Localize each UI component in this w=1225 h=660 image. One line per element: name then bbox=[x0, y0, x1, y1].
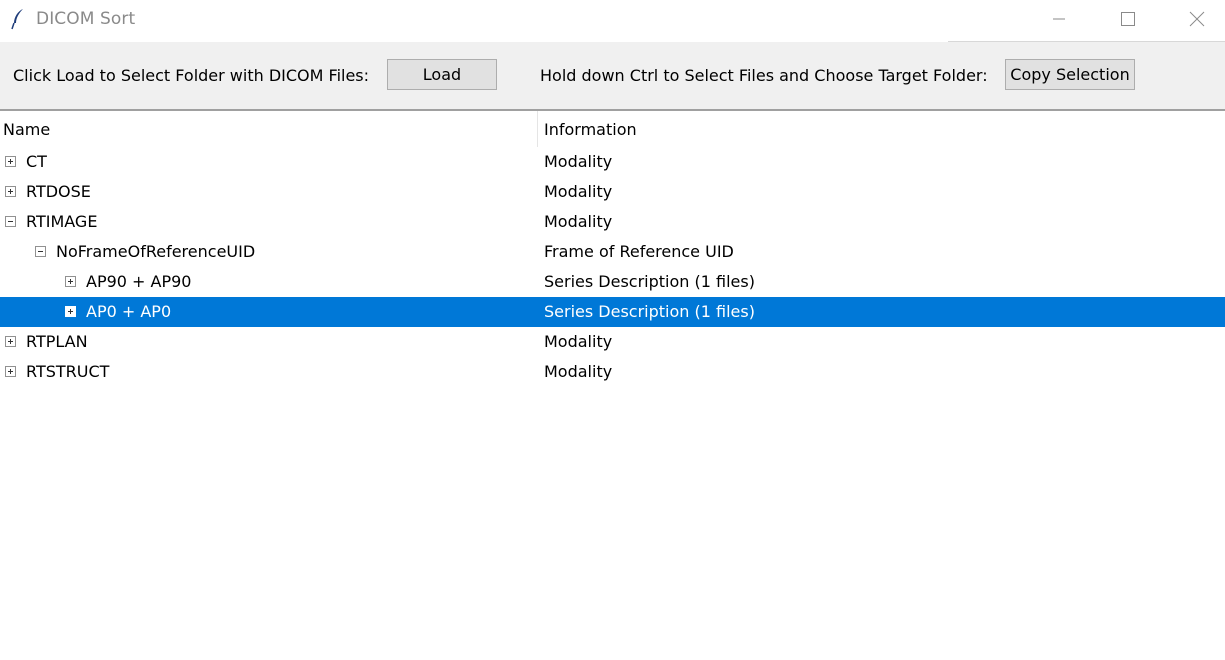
row-name: CT bbox=[26, 152, 47, 171]
expand-toggle-icon[interactable] bbox=[5, 156, 16, 167]
tree-row[interactable]: RTSTRUCT Modality bbox=[0, 357, 1225, 387]
row-information: Modality bbox=[544, 212, 613, 231]
collapse-toggle-icon[interactable] bbox=[5, 216, 16, 227]
feather-icon bbox=[11, 9, 23, 30]
row-information: Modality bbox=[544, 362, 613, 381]
tree-row-selected[interactable]: AP0 + AP0 Series Description (1 files) bbox=[0, 297, 1225, 327]
row-information: Modality bbox=[544, 182, 613, 201]
collapse-toggle-icon[interactable] bbox=[35, 246, 46, 257]
expand-toggle-icon[interactable] bbox=[65, 276, 76, 287]
row-name: AP0 + AP0 bbox=[86, 302, 172, 321]
row-information: Modality bbox=[544, 332, 613, 351]
expand-toggle-icon[interactable] bbox=[5, 366, 16, 377]
row-information: Frame of Reference UID bbox=[544, 242, 734, 261]
column-separator[interactable] bbox=[537, 111, 538, 147]
column-header-name[interactable]: Name bbox=[3, 120, 50, 139]
maximize-button[interactable] bbox=[1105, 0, 1151, 38]
tree-rows: CT Modality RTDOSE Modality RTIMAGE Moda… bbox=[0, 147, 1225, 387]
expand-toggle-icon[interactable] bbox=[65, 306, 76, 317]
row-name: AP90 + AP90 bbox=[86, 272, 192, 291]
column-header-information[interactable]: Information bbox=[544, 120, 637, 139]
minimize-button[interactable] bbox=[1036, 0, 1082, 38]
tree-header: Name Information bbox=[0, 111, 1225, 147]
row-information: Modality bbox=[544, 152, 613, 171]
close-icon bbox=[1189, 11, 1205, 27]
close-button[interactable] bbox=[1174, 0, 1220, 38]
load-button[interactable]: Load bbox=[387, 59, 497, 90]
tree-row[interactable]: RTPLAN Modality bbox=[0, 327, 1225, 357]
tree-row[interactable]: NoFrameOfReferenceUID Frame of Reference… bbox=[0, 237, 1225, 267]
tree-row[interactable]: AP90 + AP90 Series Description (1 files) bbox=[0, 267, 1225, 297]
expand-toggle-icon[interactable] bbox=[5, 186, 16, 197]
tree-row[interactable]: RTDOSE Modality bbox=[0, 177, 1225, 207]
file-tree[interactable]: Name Information CT Modality RTDOSE Moda… bbox=[0, 111, 1225, 660]
row-information: Series Description (1 files) bbox=[544, 302, 755, 321]
toolbar: Click Load to Select Folder with DICOM F… bbox=[0, 42, 1225, 109]
row-information: Series Description (1 files) bbox=[544, 272, 755, 291]
tree-row[interactable]: CT Modality bbox=[0, 147, 1225, 177]
load-prompt-label: Click Load to Select Folder with DICOM F… bbox=[13, 66, 370, 85]
copy-prompt-label: Hold down Ctrl to Select Files and Choos… bbox=[540, 66, 988, 85]
row-name: NoFrameOfReferenceUID bbox=[56, 242, 256, 261]
expand-toggle-icon[interactable] bbox=[5, 336, 16, 347]
tree-row[interactable]: RTIMAGE Modality bbox=[0, 207, 1225, 237]
minimize-icon bbox=[1053, 18, 1065, 20]
row-name: RTSTRUCT bbox=[26, 362, 110, 381]
row-name: RTPLAN bbox=[26, 332, 88, 351]
title-bar: DICOM Sort bbox=[0, 0, 1225, 40]
row-name: RTDOSE bbox=[26, 182, 91, 201]
window-title: DICOM Sort bbox=[36, 9, 136, 29]
maximize-icon bbox=[1121, 12, 1135, 26]
row-name: RTIMAGE bbox=[26, 212, 98, 231]
copy-selection-button[interactable]: Copy Selection bbox=[1005, 59, 1135, 90]
